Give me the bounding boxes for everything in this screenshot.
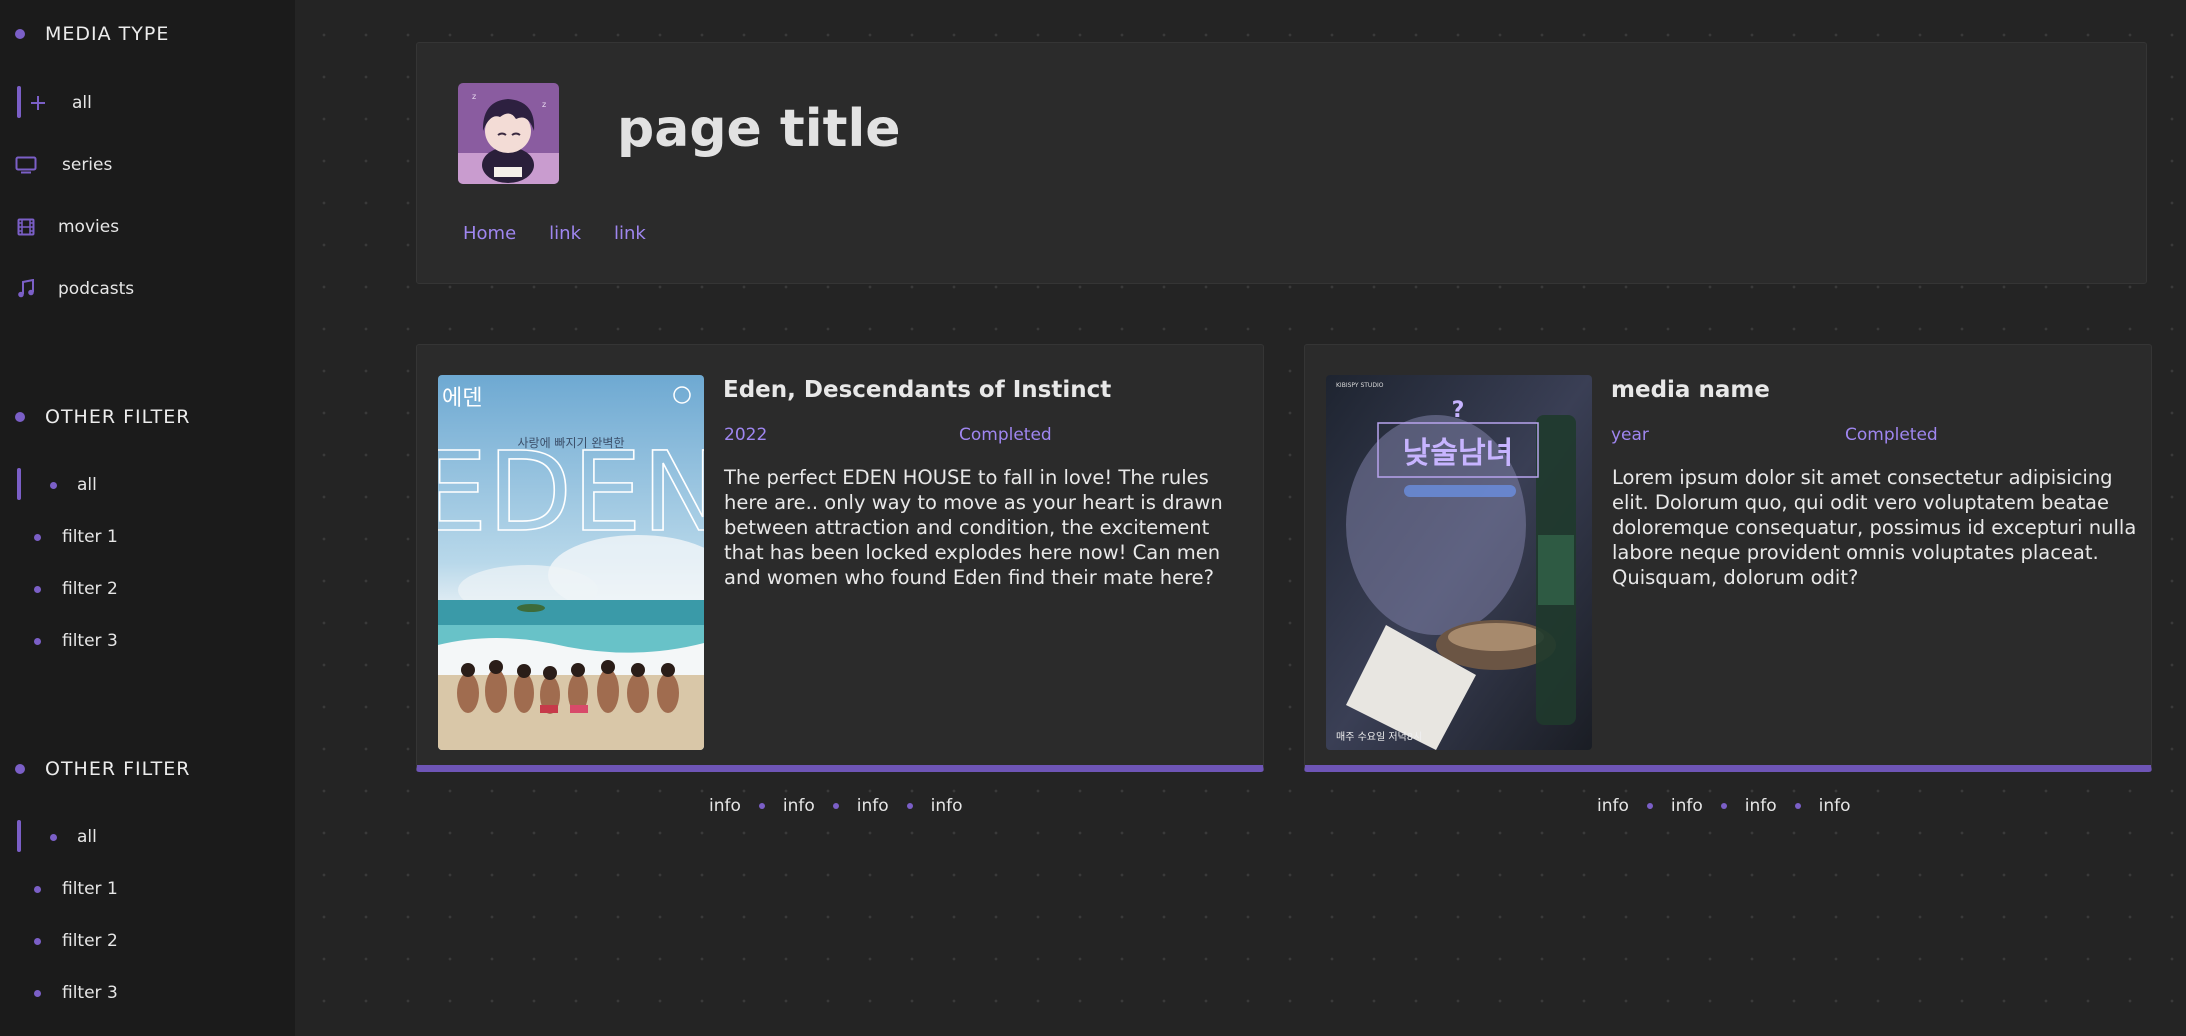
media-title[interactable]: Eden, Descendants of Instinct bbox=[723, 377, 1111, 403]
media-title[interactable]: media name bbox=[1611, 377, 1770, 403]
nav-link[interactable]: link bbox=[614, 223, 646, 244]
other-filter-heading: OTHER FILTER bbox=[15, 406, 190, 428]
sidebar-item-label: podcasts bbox=[58, 279, 135, 299]
filter-item-3[interactable]: filter 3 bbox=[0, 975, 295, 1011]
bullet-dot bbox=[50, 833, 57, 841]
media-type-heading: MEDIA TYPE bbox=[15, 23, 169, 45]
sidebar-item-label: movies bbox=[58, 217, 120, 237]
bullet-dot bbox=[15, 764, 25, 774]
svg-text:사랑에 빠지기 완벽한: 사랑에 빠지기 완벽한 bbox=[518, 436, 625, 450]
media-poster[interactable]: EDEN 에덴 사랑에 빠지기 완벽한 bbox=[438, 375, 704, 750]
separator-dot bbox=[758, 803, 765, 809]
status-badge: Completed bbox=[1845, 425, 1938, 445]
filter-item-all[interactable]: all bbox=[0, 467, 295, 503]
filter-item-all[interactable]: all bbox=[0, 819, 295, 855]
sidebar: MEDIA TYPE all series movies podcasts OT… bbox=[0, 0, 295, 1036]
separator-dot bbox=[832, 803, 839, 809]
svg-text:매주 수요일 저녁8시: 매주 수요일 저녁8시 bbox=[1336, 731, 1422, 743]
bullet-dot bbox=[34, 637, 41, 645]
other-filter-heading: OTHER FILTER bbox=[15, 758, 190, 780]
svg-text:?: ? bbox=[1452, 398, 1465, 423]
svg-text:z: z bbox=[542, 100, 546, 109]
sidebar-item-all[interactable]: all bbox=[0, 85, 295, 121]
nav-link-home[interactable]: Home bbox=[463, 223, 516, 244]
bullet-dot bbox=[34, 585, 41, 593]
tv-icon bbox=[15, 154, 37, 176]
media-card[interactable]: 낮술남녀 ? KIBISPY STUDIO 매주 수요일 저녁8시 media … bbox=[1304, 344, 2152, 772]
separator-dot bbox=[1720, 803, 1727, 809]
media-card[interactable]: EDEN 에덴 사랑에 빠지기 완벽한 Eden, Descendants of… bbox=[416, 344, 1264, 772]
svg-text:z: z bbox=[472, 92, 476, 101]
bullet-dot bbox=[34, 885, 41, 893]
bullet-dot bbox=[34, 989, 41, 997]
page-title: page title bbox=[617, 99, 901, 159]
film-icon bbox=[15, 216, 37, 238]
separator-dot bbox=[1794, 803, 1801, 809]
filter-item-2[interactable]: filter 2 bbox=[0, 571, 295, 607]
info-row: info info info info bbox=[1597, 794, 1851, 818]
sidebar-item-podcasts[interactable]: podcasts bbox=[0, 271, 295, 307]
info-item[interactable]: info bbox=[1671, 796, 1703, 816]
page-header: z z page title Home link link bbox=[416, 42, 2147, 284]
info-item[interactable]: info bbox=[857, 796, 889, 816]
sidebar-item-label: series bbox=[62, 155, 113, 175]
info-item[interactable]: info bbox=[1819, 796, 1851, 816]
info-row: info info info info bbox=[709, 794, 963, 818]
music-icon bbox=[15, 278, 37, 300]
filter-item-1[interactable]: filter 1 bbox=[0, 519, 295, 555]
separator-dot bbox=[906, 803, 913, 809]
info-item[interactable]: info bbox=[709, 796, 741, 816]
info-item[interactable]: info bbox=[1745, 796, 1777, 816]
main-content: z z page title Home link link EDEN 에덴 사랑… bbox=[295, 0, 2186, 1036]
sidebar-item-label: all bbox=[72, 93, 92, 113]
bullet-dot bbox=[34, 533, 41, 541]
plus-icon bbox=[27, 92, 49, 114]
media-description: Lorem ipsum dolor sit amet consectetur a… bbox=[1612, 466, 2137, 589]
info-item[interactable]: info bbox=[1597, 796, 1629, 816]
filter-item-2[interactable]: filter 2 bbox=[0, 923, 295, 959]
info-item[interactable]: info bbox=[931, 796, 963, 816]
svg-text:낮술남녀: 낮술남녀 bbox=[1403, 436, 1513, 471]
media-description: The perfect EDEN HOUSE to fall in love! … bbox=[724, 466, 1223, 589]
avatar[interactable]: z z bbox=[458, 83, 559, 184]
media-year: year bbox=[1611, 425, 1649, 445]
separator-dot bbox=[1646, 803, 1653, 809]
nav-link[interactable]: link bbox=[549, 223, 581, 244]
svg-text:에덴: 에덴 bbox=[442, 386, 482, 411]
media-year: 2022 bbox=[724, 425, 768, 445]
bullet-dot bbox=[15, 412, 25, 422]
media-poster[interactable]: 낮술남녀 ? KIBISPY STUDIO 매주 수요일 저녁8시 bbox=[1326, 375, 1592, 750]
svg-text:KIBISPY STUDIO: KIBISPY STUDIO bbox=[1336, 382, 1384, 389]
sidebar-item-series[interactable]: series bbox=[0, 147, 295, 183]
filter-item-3[interactable]: filter 3 bbox=[0, 623, 295, 659]
filter-item-1[interactable]: filter 1 bbox=[0, 871, 295, 907]
info-item[interactable]: info bbox=[783, 796, 815, 816]
sidebar-item-movies[interactable]: movies bbox=[0, 209, 295, 245]
breadcrumb: Home link link bbox=[463, 223, 679, 244]
bullet-dot bbox=[50, 481, 57, 489]
bullet-dot bbox=[34, 937, 41, 945]
bullet-dot bbox=[15, 29, 25, 39]
status-badge: Completed bbox=[959, 425, 1052, 445]
